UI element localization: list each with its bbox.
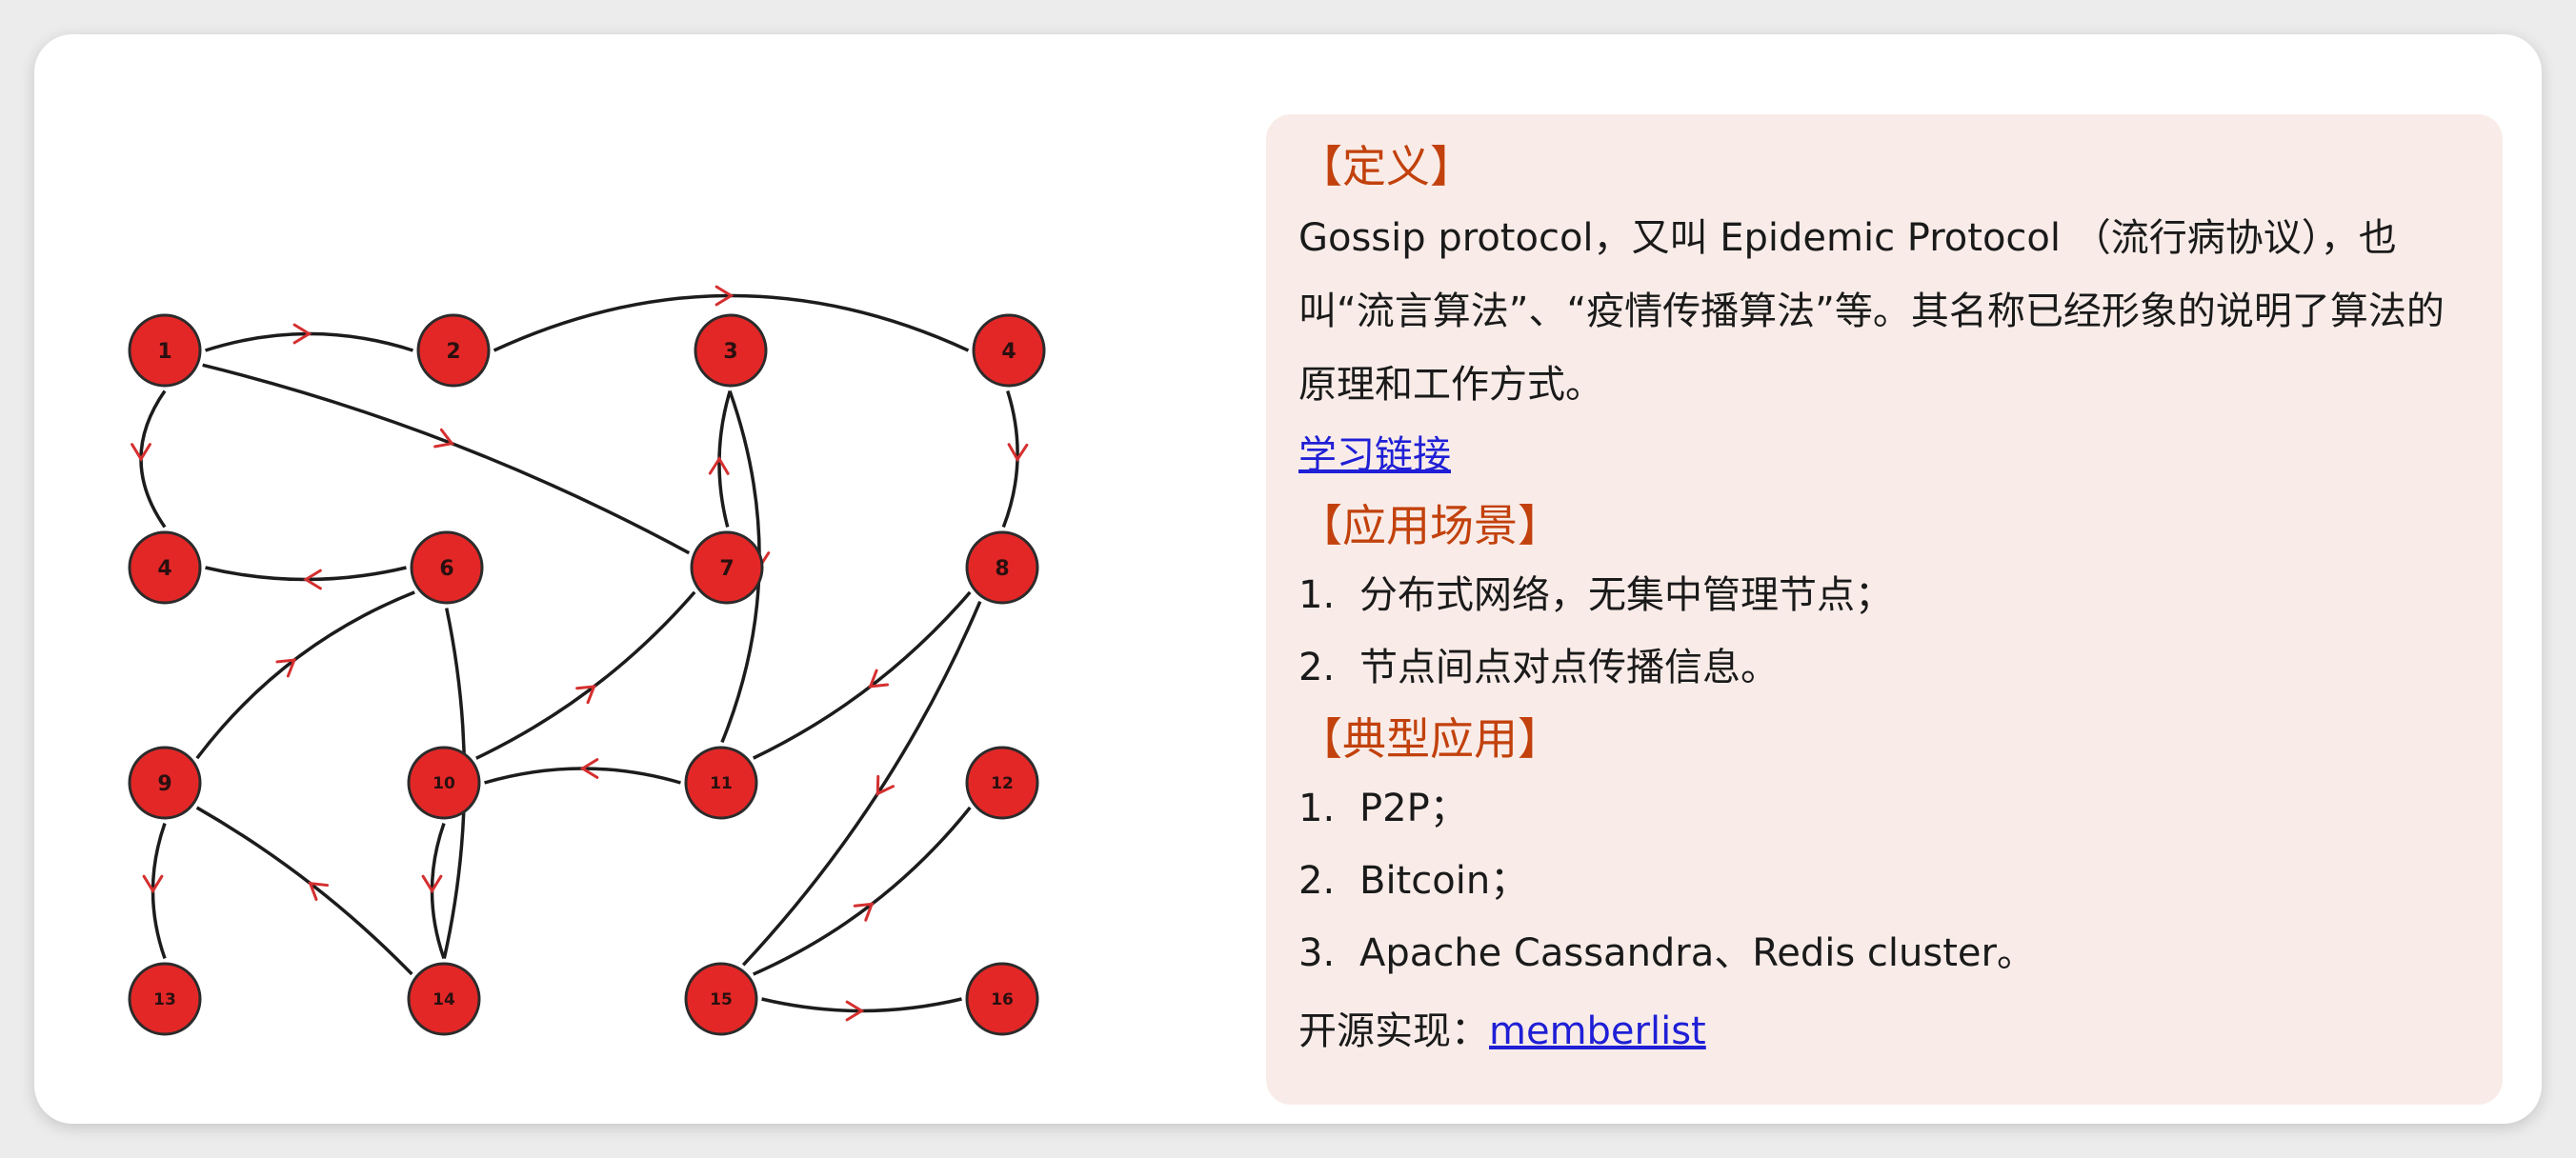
node-label: 3 xyxy=(723,340,737,364)
typical-apps-heading: 【典型应用】 xyxy=(1298,713,1561,765)
edge-8-11 xyxy=(753,590,972,760)
learning-link[interactable]: 学习链接 xyxy=(1298,433,1451,477)
node-label: 16 xyxy=(991,990,1014,1009)
node-15: 15 xyxy=(684,962,758,1036)
node-label: 6 xyxy=(439,557,453,581)
edges-layer xyxy=(131,285,1029,1022)
open-source-line: 开源实现：memberlist xyxy=(1298,995,2480,1068)
edge-9-6 xyxy=(195,590,415,760)
node-12: 12 xyxy=(965,746,1039,820)
list-number: 3. xyxy=(1298,931,1336,975)
edge-1-4b xyxy=(139,389,167,529)
node-9: 9 xyxy=(128,746,202,820)
edge-14-9 xyxy=(195,806,413,976)
scenarios-heading: 【应用场景】 xyxy=(1298,500,1561,551)
list-item: 1. P2P； xyxy=(1298,772,2480,845)
edge-9-13 xyxy=(151,822,167,960)
node-4: 4 xyxy=(972,313,1046,388)
node-label: 4 xyxy=(157,557,171,581)
edge-15-16 xyxy=(761,997,962,1013)
open-source-label: 开源实现： xyxy=(1298,1009,1489,1053)
node-label: 2 xyxy=(446,340,460,364)
node-11: 11 xyxy=(684,746,758,820)
node-1: 1 xyxy=(128,313,202,388)
node-label: 15 xyxy=(710,990,733,1009)
edge-15-12 xyxy=(753,806,972,976)
node-label: 7 xyxy=(719,557,734,581)
list-text: Apache Cassandra、Redis cluster。 xyxy=(1359,931,2035,975)
list-number: 1. xyxy=(1298,573,1336,617)
list-number: 2. xyxy=(1298,859,1336,903)
scenarios-list: 1. 分布式网络，无集中管理节点； 2. 节点间点对点传播信息。 xyxy=(1298,559,2480,704)
memberlist-link[interactable]: memberlist xyxy=(1489,1009,1706,1053)
list-item: 2. Bitcoin； xyxy=(1298,845,2480,917)
node-13: 13 xyxy=(128,962,202,1036)
node-label: 12 xyxy=(991,774,1014,793)
node-label: 1 xyxy=(157,340,171,364)
list-item: 1. 分布式网络，无集中管理节点； xyxy=(1298,559,2480,631)
definition-text: Gossip protocol，又叫 Epidemic Protocol （流行… xyxy=(1298,216,2445,407)
node-2: 2 xyxy=(416,313,491,388)
node-label: 10 xyxy=(433,774,455,793)
list-item: 2. 节点间点对点传播信息。 xyxy=(1298,631,2480,704)
node-3: 3 xyxy=(694,313,768,388)
node-label: 4 xyxy=(1001,340,1016,364)
list-text: 节点间点对点传播信息。 xyxy=(1359,646,1779,689)
node-label: 14 xyxy=(433,990,455,1009)
node-label: 9 xyxy=(157,772,171,796)
edge-10-7 xyxy=(475,590,696,760)
node-7: 7 xyxy=(690,530,764,605)
edge-4a-8 xyxy=(1001,390,1019,529)
node-14: 14 xyxy=(407,962,481,1036)
list-item: 3. Apache Cassandra、Redis cluster。 xyxy=(1298,917,2480,989)
node-label: 11 xyxy=(710,774,733,793)
edge-11-10 xyxy=(484,767,681,785)
edge-10-14 xyxy=(430,822,446,960)
slide-frame: 1 2 3 4 4 6 7 8 9 10 11 12 13 14 15 16 【定义】 Gossip prot… xyxy=(34,34,2542,1124)
list-text: 分布式网络，无集中管理节点； xyxy=(1359,573,1893,617)
definition-heading: 【定义】 xyxy=(1298,141,1474,192)
edge-1-7 xyxy=(202,363,691,555)
node-16: 16 xyxy=(965,962,1039,1036)
list-text: Bitcoin； xyxy=(1359,859,1529,903)
info-panel: 【定义】 Gossip protocol，又叫 Epidemic Protoco… xyxy=(1266,114,2503,1105)
list-number: 2. xyxy=(1298,646,1336,689)
node-4: 4 xyxy=(128,530,202,605)
list-text: P2P； xyxy=(1359,787,1468,830)
gossip-network-diagram: 1 2 3 44 6 7 89 10 11 1213 14 15 16 xyxy=(128,285,1046,1036)
list-number: 1. xyxy=(1298,787,1336,830)
edge-1-2 xyxy=(205,331,413,352)
nodes-layer: 1 2 3 44 6 7 89 10 11 1213 14 15 16 xyxy=(128,313,1046,1036)
node-label: 13 xyxy=(153,990,176,1009)
node-10: 10 xyxy=(407,746,481,820)
node-label: 8 xyxy=(995,557,1009,581)
typical-apps-list: 1. P2P； 2. Bitcoin； 3. Apache Cassandra、… xyxy=(1298,772,2480,989)
edge-6-4b xyxy=(205,566,407,582)
node-8: 8 xyxy=(965,530,1039,605)
node-6: 6 xyxy=(410,530,484,605)
